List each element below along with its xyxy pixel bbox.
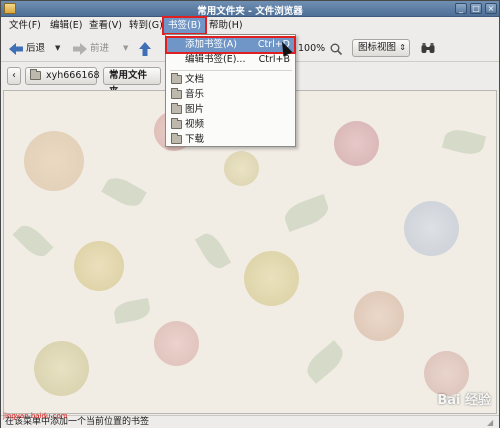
wallpaper-flower: [404, 201, 459, 256]
back-arrow-icon: [9, 42, 23, 55]
menu-edit[interactable]: 编辑(E): [46, 18, 86, 33]
folder-icon: [171, 73, 182, 84]
close-button[interactable]: ×: [485, 3, 497, 14]
folder-icon: [171, 133, 182, 144]
view-mode-select[interactable]: 图标视图 ⇕: [352, 39, 410, 57]
edit-bookmarks-item[interactable]: 编辑书签(E)... Ctrl+B: [167, 53, 294, 67]
path-back-button[interactable]: ‹: [7, 67, 21, 85]
back-label: 后退: [26, 43, 46, 54]
forward-arrow-icon: [73, 42, 87, 55]
path-segment-home[interactable]: xyh666168: [25, 67, 100, 85]
status-bar: 在该菜单中添加一个当前位置的书签 ◢: [1, 415, 499, 428]
maximize-button[interactable]: □: [470, 3, 482, 14]
wallpaper-leaf: [281, 194, 332, 232]
minimize-button[interactable]: _: [455, 3, 467, 14]
wallpaper-flower: [74, 241, 124, 291]
bookmark-folder-label: 图片: [185, 104, 205, 115]
wallpaper-leaf: [12, 220, 54, 262]
bookmark-folder-documents[interactable]: 文档: [167, 73, 294, 87]
back-history-chevron-icon[interactable]: ▼: [55, 40, 60, 57]
search-button[interactable]: [421, 40, 435, 57]
wallpaper-flower: [34, 341, 89, 396]
path-segment-label: xyh666168: [46, 70, 100, 81]
menu-file[interactable]: 文件(F): [5, 18, 45, 33]
wallpaper-flower: [154, 321, 199, 366]
folder-icon: [171, 88, 182, 99]
title-bar[interactable]: 常用文件夹 - 文件浏览器 _ □ ×: [1, 1, 499, 17]
wallpaper-flower: [224, 151, 259, 186]
bookmark-folder-videos[interactable]: 视频: [167, 118, 294, 132]
edit-bookmarks-label: 编辑书签(E)...: [185, 54, 246, 65]
select-arrows-icon: ⇕: [399, 43, 406, 52]
menu-view[interactable]: 查看(V): [85, 18, 126, 33]
folder-icon: [171, 118, 182, 129]
wallpaper-flower: [334, 121, 379, 166]
resize-grip-icon[interactable]: ◢: [487, 417, 497, 427]
zoom-icon: [330, 43, 343, 55]
add-bookmark-label: 添加书签(A): [185, 39, 237, 50]
bookmark-folder-label: 文档: [185, 74, 205, 85]
zoom-in-button[interactable]: [330, 40, 343, 57]
folder-icon: [171, 103, 182, 114]
wallpaper-flower: [354, 291, 404, 341]
path-segment-current[interactable]: 常用文件夹: [103, 67, 161, 97]
wallpaper-flower: [24, 131, 84, 191]
menu-go[interactable]: 转到(G): [125, 18, 167, 33]
bookmark-folder-label: 视频: [185, 119, 205, 130]
forward-history-chevron-icon[interactable]: ▼: [123, 40, 128, 57]
bookmark-folder-label: 下载: [185, 134, 205, 145]
watermark: Bai 经验: [437, 393, 491, 408]
up-button[interactable]: [139, 40, 151, 57]
bookmark-folder-pictures[interactable]: 图片: [167, 103, 294, 117]
window-title: 常用文件夹 - 文件浏览器: [197, 6, 303, 17]
chevron-left-icon: ‹: [12, 70, 16, 81]
zoom-level: 100%: [298, 43, 326, 54]
up-arrow-icon: [139, 41, 151, 56]
wallpaper-leaf: [441, 126, 487, 158]
bookmark-folder-downloads[interactable]: 下载: [167, 133, 294, 147]
wallpaper-leaf: [194, 229, 232, 273]
back-button[interactable]: 后退: [9, 40, 45, 57]
home-folder-icon: [30, 69, 41, 80]
bookmarks-menu: 添加书签(A) Ctrl+D 编辑书签(E)... Ctrl+B 文档 音乐 图…: [165, 34, 296, 147]
wallpaper-leaf: [301, 340, 349, 384]
bookmark-folder-label: 音乐: [185, 89, 205, 100]
watermark-url: jingyan.baidu.com: [3, 412, 68, 420]
wallpaper-leaf: [112, 298, 152, 324]
forward-label: 前进: [90, 43, 110, 54]
menu-help[interactable]: 帮助(H): [205, 18, 247, 33]
wallpaper-leaf: [101, 172, 147, 212]
file-browser-window: 常用文件夹 - 文件浏览器 _ □ × 文件(F) 编辑(E) 查看(V) 转到…: [0, 0, 500, 428]
forward-button[interactable]: 前进: [73, 40, 109, 57]
bookmark-folder-music[interactable]: 音乐: [167, 88, 294, 102]
menu-bookmarks[interactable]: 书签(B): [162, 16, 207, 35]
view-mode-label: 图标视图: [358, 42, 397, 53]
wallpaper-flower: [244, 251, 299, 306]
menu-separator: [170, 70, 292, 71]
menu-bar: 文件(F) 编辑(E) 查看(V) 转到(G) 书签(B) 帮助(H): [1, 16, 499, 35]
binoculars-icon: [421, 43, 435, 53]
add-bookmark-item[interactable]: 添加书签(A) Ctrl+D: [165, 36, 296, 54]
